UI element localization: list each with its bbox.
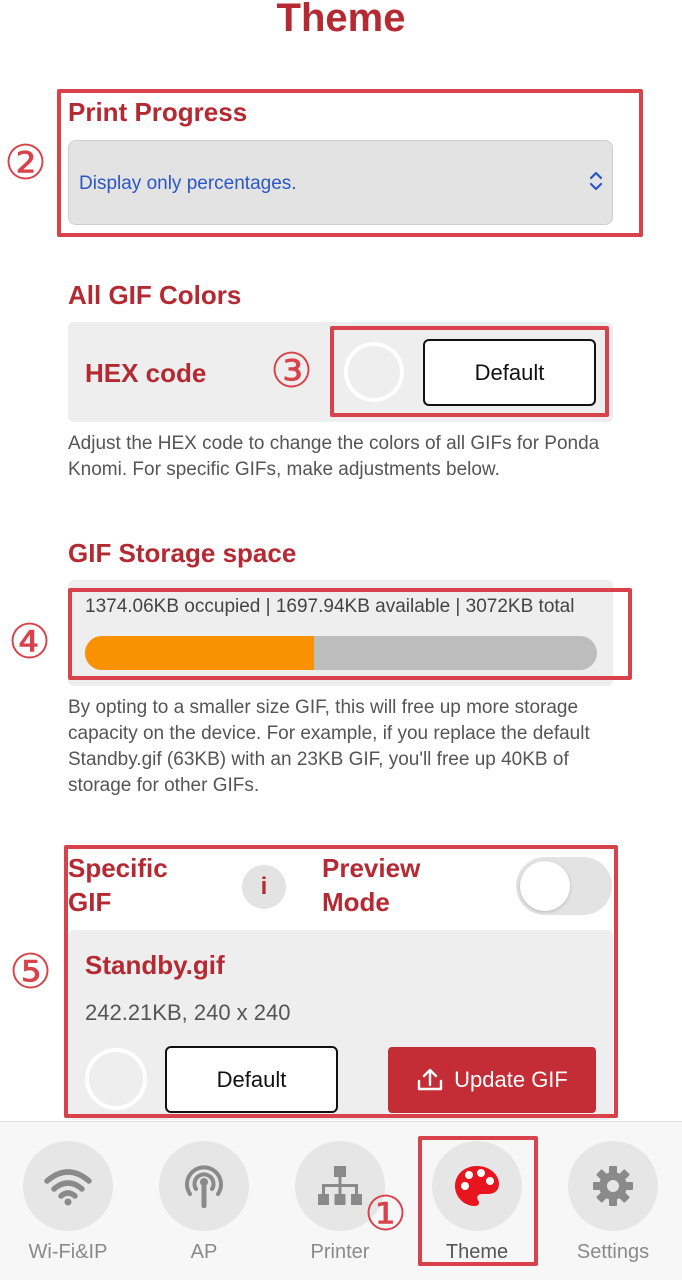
wifi-icon	[44, 1169, 92, 1206]
annotation-number-4: ④	[8, 614, 52, 670]
annotation-number-5: ⑤	[9, 944, 53, 1000]
nav-label: Printer	[310, 1241, 370, 1263]
nav-circle	[159, 1141, 249, 1231]
nav-circle	[23, 1141, 113, 1231]
hex-code-label: HEX code	[85, 358, 207, 388]
antenna-icon	[185, 1165, 223, 1208]
storage-heading: GIF Storage space	[68, 538, 297, 568]
annotation-number-2: ②	[4, 135, 48, 191]
storage-help: By opting to a smaller size GIF, this wi…	[68, 697, 590, 796]
annotation-box-2	[57, 89, 643, 237]
nav-label: Settings	[576, 1241, 650, 1263]
nav-label: AP	[190, 1241, 218, 1263]
nav-item-wifi[interactable]: Wi-Fi&IP	[0, 1122, 136, 1280]
bottom-nav: Wi-Fi&IP AP Printer Theme Settings	[0, 1121, 682, 1280]
nav-item-settings[interactable]: Settings	[545, 1122, 681, 1280]
annotation-number-3: ③	[270, 343, 314, 399]
nav-circle	[568, 1141, 658, 1231]
annotation-number-1: ①	[364, 1186, 408, 1242]
gear-icon	[593, 1166, 633, 1206]
page-title: Theme	[276, 0, 406, 40]
annotation-box-1	[418, 1136, 538, 1266]
gif-colors-heading: All GIF Colors	[68, 280, 242, 310]
annotation-box-5	[64, 845, 618, 1118]
gif-colors-help: Adjust the HEX code to change the colors…	[68, 433, 600, 480]
annotation-box-4	[68, 588, 632, 680]
annotation-box-3	[330, 326, 609, 417]
nav-label: Wi-Fi&IP	[28, 1241, 108, 1263]
network-tree-icon	[318, 1166, 362, 1205]
nav-item-ap[interactable]: AP	[136, 1122, 272, 1280]
